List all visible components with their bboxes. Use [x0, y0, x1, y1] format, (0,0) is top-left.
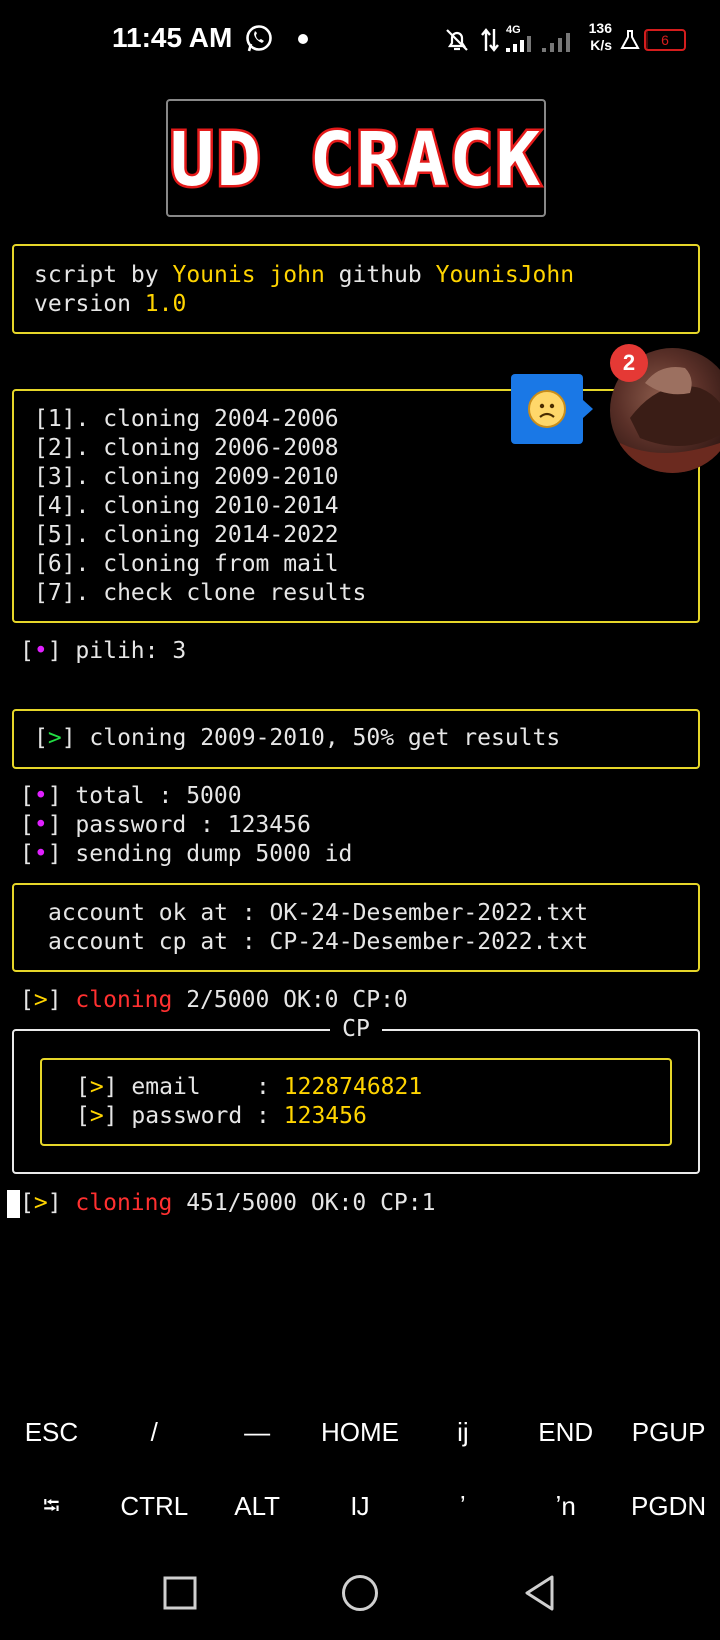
detail-dump: [•] sending dump 5000 id: [20, 841, 353, 867]
detail-total: [•] total : 5000: [20, 783, 242, 809]
cp-email-line: [>] email : 1228746821: [76, 1074, 423, 1100]
speed-unit: K/s: [590, 37, 612, 53]
menu-item-4: [4]. cloning 2010-2014: [34, 493, 339, 519]
clock: 11:45 AM: [112, 22, 233, 53]
cp-email-value: 1228746821: [283, 1074, 423, 1100]
bullet-marker: •: [33, 638, 48, 664]
choice-prompt: [•] pilih: 3: [20, 638, 187, 664]
bullet-marker: •: [33, 841, 48, 867]
signal-icon-2: [542, 33, 570, 52]
menu-item-1: [1]. cloning 2004-2006: [34, 406, 339, 432]
speed-value: 136: [588, 20, 612, 36]
key-end[interactable]: END: [514, 1402, 617, 1462]
logo-text: UD CRACK: [170, 117, 542, 203]
menu-item-6: [6]. cloning from mail: [34, 551, 339, 577]
arrow-marker: >: [33, 1190, 48, 1216]
back-icon[interactable]: [522, 1573, 558, 1613]
prompt-label: pilih:: [75, 638, 173, 664]
file-ok: account ok at : OK-24-Desember-2022.txt: [48, 900, 589, 926]
progress-rest: 451/5000 OK:0 CP:1: [172, 1190, 436, 1216]
detail-password-text: password : 123456: [75, 812, 311, 838]
key-alt[interactable]: ALT: [206, 1476, 309, 1536]
menu-item-5: [5]. cloning 2014-2022: [34, 522, 339, 548]
signal-icon: [506, 36, 531, 52]
version-label: version: [34, 291, 145, 317]
progress-rest: 2/5000 OK:0 CP:0: [172, 987, 408, 1013]
progress-line-2: [>] cloning 451/5000 OK:0 CP:1: [20, 1190, 436, 1216]
key-apostrophe[interactable]: ʼ: [411, 1476, 514, 1536]
detail-total-text: total : 5000: [75, 783, 242, 809]
key-ij-ligature[interactable]: Ĳ: [309, 1476, 412, 1536]
logo-banner: UD CRACK: [166, 99, 546, 217]
key-ij[interactable]: ij: [411, 1402, 514, 1462]
author-name: Younis john: [172, 262, 325, 288]
cp-password-label: password :: [131, 1103, 284, 1129]
battery-level: 6: [661, 32, 669, 48]
progress-word: cloning: [75, 987, 173, 1013]
github-user: YounisJohn: [435, 262, 575, 288]
cp-password-line: [>] password : 123456: [76, 1103, 367, 1129]
cp-password-value: 123456: [283, 1103, 367, 1129]
menu-item-2: [2]. cloning 2006-2008: [34, 435, 339, 461]
chat-head-badge: 2: [610, 344, 648, 382]
network-speed: 136 K/s: [578, 20, 612, 54]
cloning-banner: [>] cloning 2009-2010, 50% get results: [34, 725, 561, 751]
data-arrows-icon: [481, 28, 499, 52]
cp-title-text: CP: [342, 1016, 370, 1042]
cloning-banner-text: cloning 2009-2010, 50% get results: [89, 725, 561, 751]
flask-icon: [620, 30, 640, 49]
whatsapp-icon: [246, 25, 272, 52]
key-n-apostrophe[interactable]: ʼn: [514, 1476, 617, 1536]
terminal-cursor: [7, 1190, 20, 1218]
version-number: 1.0: [144, 291, 187, 317]
cp-email-label: email :: [131, 1074, 284, 1100]
arrow-marker: >: [89, 1103, 104, 1129]
key-ctrl[interactable]: CTRL: [103, 1476, 206, 1536]
navigation-bar: [0, 1555, 720, 1635]
key-slash[interactable]: /: [103, 1402, 206, 1462]
arrow-marker: >: [33, 987, 48, 1013]
key-pgup[interactable]: PGUP: [617, 1402, 720, 1462]
home-icon[interactable]: [340, 1573, 380, 1613]
extra-keys-row-2: ⭾ CTRL ALT Ĳ ʼ ʼn PGDN: [0, 1476, 720, 1536]
key-tab[interactable]: ⭾: [0, 1476, 103, 1536]
key-esc[interactable]: ESC: [0, 1402, 103, 1462]
logo-art: UD CRACK: [167, 115, 542, 206]
chat-bubble[interactable]: [511, 374, 593, 444]
menu-item-3: [3]. cloning 2009-2010: [34, 464, 339, 490]
recents-icon[interactable]: [162, 1575, 198, 1611]
file-cp: account cp at : CP-24-Desember-2022.txt: [48, 929, 589, 955]
battery-icon: 6: [644, 29, 686, 51]
key-dash[interactable]: —: [206, 1402, 309, 1462]
info-line-1: script by Younis john github YounisJohn: [34, 261, 574, 290]
status-bar: 11:45 AM 4G 136 K/s 6: [0, 0, 720, 80]
prompt-value: 3: [172, 638, 187, 664]
bell-off-icon: [446, 29, 468, 51]
notification-dot: [298, 34, 308, 44]
script-by-label: script by: [34, 262, 173, 288]
detail-dump-text: sending dump 5000 id: [75, 841, 353, 867]
arrow-marker: >: [89, 1074, 104, 1100]
key-pgdn[interactable]: PGDN: [617, 1476, 720, 1536]
extra-keys-row-1: ESC / — HOME ij END PGUP: [0, 1402, 720, 1462]
info-line-2: version 1.0: [34, 290, 186, 319]
detail-password: [•] password : 123456: [20, 812, 311, 838]
progress-word: cloning: [75, 1190, 173, 1216]
cp-panel-title: CP: [330, 1015, 382, 1045]
sad-face-icon: [528, 390, 566, 428]
menu-item-7: [7]. check clone results: [34, 580, 367, 606]
progress-line-1: [>] cloning 2/5000 OK:0 CP:0: [20, 987, 408, 1013]
key-home[interactable]: HOME: [309, 1402, 412, 1462]
bullet-marker: •: [33, 783, 48, 809]
bullet-marker: •: [33, 812, 48, 838]
arrow-marker: >: [47, 725, 62, 751]
github-label: github: [324, 262, 436, 288]
